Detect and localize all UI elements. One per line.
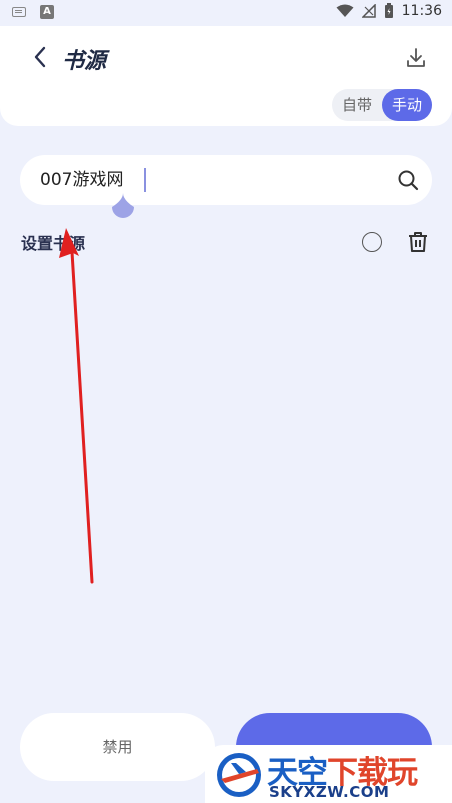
watermark: 天空下载玩 SKYXZW.COM <box>205 745 452 803</box>
status-time: 11:36 <box>401 3 442 19</box>
chevron-left-icon <box>34 46 46 68</box>
back-button[interactable] <box>28 45 52 69</box>
watermark-url: SKYXZW.COM <box>269 783 390 801</box>
search-icon[interactable] <box>396 168 420 192</box>
radio-unchecked-icon[interactable] <box>362 232 382 252</box>
caret-handle[interactable] <box>110 192 136 220</box>
search-field[interactable]: 007游戏网 <box>20 155 432 205</box>
segment-manual[interactable]: 手动 <box>381 89 432 121</box>
wifi-icon <box>336 4 354 17</box>
trash-icon[interactable] <box>406 230 430 254</box>
source-label: 设置书源 <box>21 234 86 253</box>
disable-button[interactable]: 禁用 <box>20 713 215 781</box>
text-caret <box>144 168 146 192</box>
keyboard-icon <box>12 7 26 17</box>
page-title: 书源 <box>62 49 107 74</box>
source-type-toggle: 自带 手动 <box>331 89 432 121</box>
download-button[interactable] <box>404 46 428 70</box>
header-card: 书源 自带 手动 <box>0 26 452 126</box>
status-bar: A 11:36 <box>0 0 452 26</box>
segment-builtin[interactable]: 自带 <box>332 89 382 121</box>
airplane-logo-icon <box>217 753 261 797</box>
signal-icon <box>361 4 376 18</box>
download-icon <box>407 48 425 67</box>
a-app-icon: A <box>40 5 54 19</box>
battery-icon <box>384 3 393 18</box>
